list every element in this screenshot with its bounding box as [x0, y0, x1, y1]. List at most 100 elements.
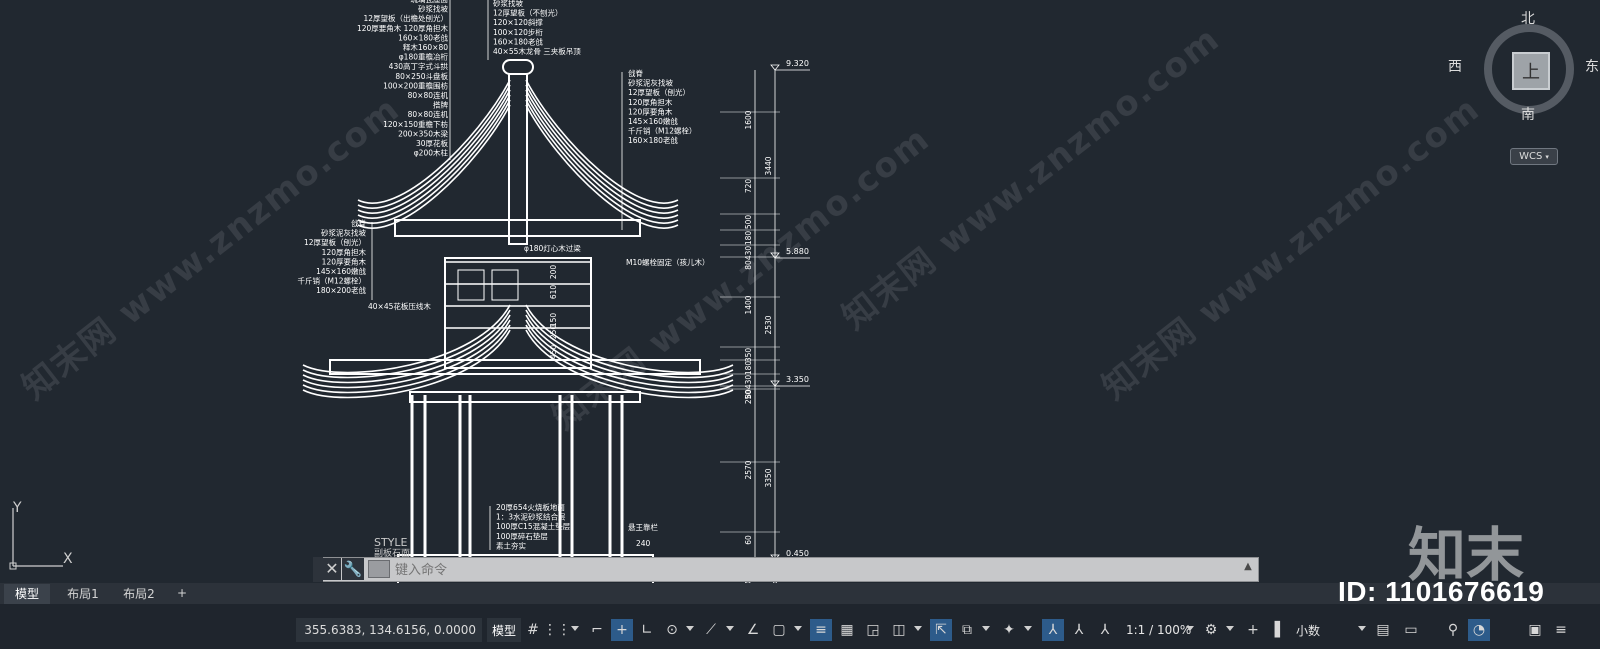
plus-icon[interactable]: +	[1242, 619, 1264, 641]
finial	[502, 59, 534, 75]
annotation-label: 80×80连机	[408, 90, 449, 100]
isolate-objects-icon[interactable]: ⚲	[1442, 619, 1464, 641]
infer-constraints-icon[interactable]: ⌐	[586, 619, 608, 641]
chevron-down-icon[interactable]	[794, 626, 802, 631]
chevron-down-icon[interactable]	[686, 626, 694, 631]
annotation-label: 100厚C15混凝土垫层	[496, 521, 571, 531]
close-icon[interactable]: ✕	[323, 558, 341, 580]
annotation-label: 砂浆泥灰找坡	[628, 78, 673, 88]
dimension-text: 250	[549, 325, 558, 340]
chevron-down-icon[interactable]	[1358, 626, 1366, 631]
wcs-menu[interactable]: WCS ▾	[1510, 148, 1558, 165]
transparency-icon[interactable]: ▦	[836, 619, 858, 641]
dimension-text: 500	[744, 215, 753, 230]
annotation-label: 180×200老戗	[316, 285, 366, 295]
dimension-text: 430	[744, 375, 753, 390]
chevron-down-icon[interactable]	[571, 626, 579, 631]
tab-layout1[interactable]: 布局1	[58, 584, 108, 602]
lattice-panel	[491, 269, 519, 301]
ucs-icon: Y X	[9, 500, 73, 570]
chevron-down-icon[interactable]	[726, 626, 734, 631]
brand-id: ID: 1101676619	[1338, 576, 1545, 607]
units-icon[interactable]: ▌	[1270, 619, 1290, 641]
hardware-acceleration-icon[interactable]: ◔	[1468, 619, 1490, 641]
lineweight-icon[interactable]: ≡	[810, 619, 832, 641]
annotation-label: 戗脊	[351, 218, 366, 228]
drag-handle-icon[interactable]	[313, 557, 323, 582]
command-prompt-icon[interactable]	[368, 560, 390, 578]
chevron-down-icon[interactable]	[1186, 626, 1194, 631]
annotation-label: 120厚要角木 120厚角担木	[357, 23, 449, 33]
annotation-label: 240	[636, 539, 651, 548]
gear-icon[interactable]: ⚙	[1200, 619, 1222, 641]
add-layout-button[interactable]: +	[172, 584, 192, 602]
ucs-y-label: Y	[12, 500, 22, 516]
annotation-label: 搭牌	[433, 100, 448, 110]
view-cube[interactable]: 上 北 西 东 南 WCS ▾	[1448, 8, 1599, 165]
dimension-text: 2530	[764, 315, 773, 334]
dimension-text: 2570	[744, 460, 753, 479]
grid-icon[interactable]: #	[522, 619, 544, 641]
wrench-icon[interactable]: 🔧	[342, 558, 364, 580]
annotation-label: 120厚角担木	[628, 97, 673, 107]
chevron-down-icon[interactable]	[1226, 626, 1234, 631]
dimension-text: 60	[744, 535, 753, 545]
chevron-down-icon[interactable]	[914, 626, 922, 631]
elevation-triangle	[770, 64, 780, 71]
snap-icon[interactable]: ⋮⋮	[543, 619, 571, 641]
clean-screen-icon[interactable]: ▣	[1524, 619, 1546, 641]
annotation-label: 145×160嫩戗	[316, 266, 366, 276]
tab-model[interactable]: 模型	[4, 584, 50, 604]
chevron-down-icon[interactable]	[982, 626, 990, 631]
chevron-down-icon[interactable]	[1024, 626, 1032, 631]
polar-tracking-icon[interactable]: ⊙	[661, 619, 683, 641]
dynamic-ucs-icon[interactable]: ⇱	[930, 619, 952, 641]
annotation-label: 琉璃瓦屋面	[411, 0, 449, 4]
drawing-viewport[interactable]: 琉璃瓦屋面砂浆找坡12厚望板（出檐处刨光）120厚要角木 120厚角担木160×…	[0, 0, 1600, 595]
dynamic-input-icon[interactable]: +	[611, 619, 633, 641]
object-snap-icon[interactable]: ▢	[768, 619, 790, 641]
compass-east[interactable]: 东	[1585, 56, 1599, 76]
compass-south[interactable]: 南	[1521, 104, 1535, 124]
annotation-label: 160×180老戗	[493, 36, 543, 46]
annotation-label: 戗脊	[628, 68, 643, 78]
compass-north[interactable]: 北	[1521, 8, 1535, 28]
annotation-visibility-icon[interactable]: ⅄	[1042, 619, 1064, 641]
ortho-icon[interactable]: ∟	[636, 619, 658, 641]
annotation-label: 80×250斗盘板	[395, 71, 448, 81]
annotation-label: 430高丁字式斗拱	[389, 61, 449, 71]
annotation-scale-value[interactable]: 1:1 / 100%	[1126, 619, 1191, 641]
annotation-label: 千斤销（M12螺栓）	[628, 126, 697, 136]
dimension-text: 180	[744, 361, 753, 376]
selection-filter-icon[interactable]: ⧉	[956, 619, 978, 641]
annotation-label: φ180重檐冶桁	[399, 52, 449, 62]
annotation-label: 100×200重檐围枋	[383, 80, 448, 90]
annotation-label: 200×350木梁	[398, 128, 448, 138]
command-input[interactable]	[393, 559, 1237, 582]
dimension-text: 450	[549, 345, 558, 360]
model-space-button[interactable]: 模型	[487, 618, 521, 642]
annotation-label: 120厚要角木	[628, 106, 673, 116]
object-snap-tracking-icon[interactable]: ∠	[742, 619, 764, 641]
ucs-x-label: X	[63, 551, 73, 567]
command-history-caret-icon[interactable]: ▲	[1240, 561, 1256, 577]
annotation-label: 100×120步桁	[493, 27, 543, 37]
lock-ui-icon[interactable]: ▭	[1400, 619, 1422, 641]
selection-cycling-icon[interactable]: ◲	[862, 619, 884, 641]
units-value[interactable]: 小数	[1296, 619, 1320, 641]
tab-layout2[interactable]: 布局2	[114, 584, 164, 602]
annotation-label: 120厚角担木	[322, 247, 367, 257]
auto-scale-icon[interactable]: ⅄	[1068, 619, 1090, 641]
view-cube-top-face[interactable]: 上	[1512, 52, 1550, 90]
quick-properties-icon[interactable]: ▤	[1372, 619, 1394, 641]
customization-icon[interactable]: ≡	[1550, 619, 1572, 641]
isodraft-icon[interactable]: ⟋	[700, 619, 722, 641]
elevation-mark: 3.350	[786, 375, 809, 384]
compass-west[interactable]: 西	[1448, 56, 1462, 76]
3d-osnap-icon[interactable]: ◫	[888, 619, 910, 641]
elevation-mark: 9.320	[786, 59, 809, 68]
coordinate-readout[interactable]: 355.6383, 134.6156, 0.0000	[296, 618, 482, 642]
gizmo-icon[interactable]: ✦	[998, 619, 1020, 641]
annotation-scale-icon[interactable]: ⅄	[1094, 619, 1116, 641]
annotation-label: 1：3水泥砂浆结合层	[496, 512, 566, 522]
